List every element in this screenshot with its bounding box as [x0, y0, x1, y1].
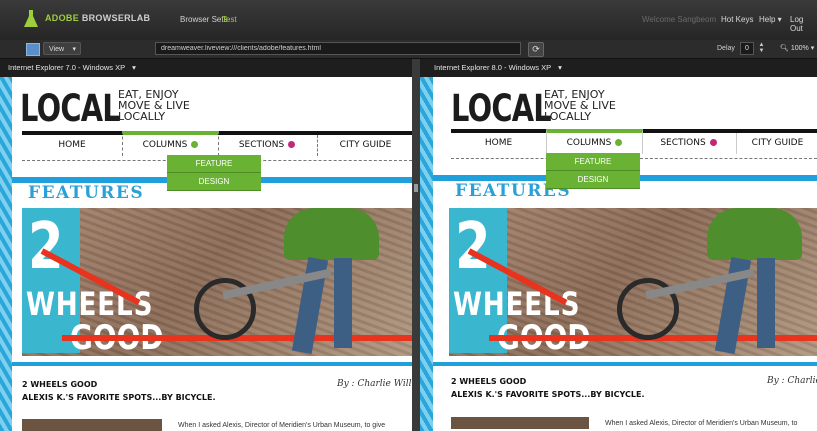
site-view-right: LOCAL EAT, ENJOY MOVE & LIVE LOCALLY HOM…	[433, 77, 817, 431]
hero-rider-leg2	[757, 258, 775, 348]
story-subtitle: ALEXIS K.'S FAVORITE SPOTS...BY BICYCLE.	[22, 393, 216, 402]
app-title: ADOBE BROWSERLAB	[45, 13, 150, 23]
refresh-icon: ⟳	[532, 44, 540, 54]
hero-image: 2 WHEELS GOOD	[22, 208, 412, 356]
story-title[interactable]: 2 WHEELS GOOD	[22, 380, 97, 389]
story-thumbnail	[451, 417, 589, 429]
nav-city-guide[interactable]: CITY GUIDE	[317, 135, 412, 156]
nav-sections-label: SECTIONS	[660, 138, 706, 148]
view-dropdown[interactable]: View ▾	[43, 42, 81, 55]
sections-dot-icon	[288, 141, 296, 148]
chevron-down-icon: ▾	[72, 46, 76, 53]
story-divider-bar	[433, 362, 817, 366]
story-byline: By : Charlie	[767, 376, 817, 386]
nav-home[interactable]: HOME	[451, 133, 546, 154]
magnifier-icon: 🔍︎	[780, 45, 789, 52]
hero-rider	[284, 208, 379, 260]
site-logo[interactable]: LOCAL	[20, 87, 121, 130]
view-layout-icon[interactable]	[26, 43, 40, 56]
chevron-down-icon: ▾	[132, 63, 136, 72]
nav-home[interactable]: HOME	[22, 135, 122, 156]
app-header: ADOBE BROWSERLAB Browser Sets Test Welco…	[0, 0, 817, 41]
story-title[interactable]: 2 WHEELS GOOD	[451, 377, 526, 386]
nav-columns-label: COLUMNS	[142, 140, 188, 150]
nav-city-guide[interactable]: CITY GUIDE	[736, 133, 817, 154]
columns-dot-icon	[191, 141, 199, 148]
pane-header-left[interactable]: Internet Explorer 7.0 - Windows XP ▾	[0, 59, 412, 77]
hero-image: 2 WHEELS GOOD	[449, 208, 817, 356]
product-name: BROWSERLAB	[81, 13, 151, 23]
hero-rider-leg2	[334, 258, 352, 348]
chevron-down-icon: ▾	[810, 45, 815, 52]
sections-dot-icon	[709, 139, 717, 146]
chevron-down-icon: ▾	[558, 63, 562, 72]
pane-header-right[interactable]: Internet Explorer 8.0 - Windows XP ▾	[420, 59, 817, 77]
browser-name-left: Internet Explorer 7.0 - Windows XP	[8, 63, 125, 72]
pane-left-border	[0, 77, 12, 431]
logout-link[interactable]: Log Out	[790, 15, 817, 33]
site-tagline: EAT, ENJOY MOVE & LIVE LOCALLY	[118, 88, 190, 123]
refresh-button[interactable]: ⟳	[528, 42, 544, 57]
nav-columns-label: COLUMNS	[566, 138, 612, 148]
hero-rider	[707, 208, 802, 260]
columns-dot-icon	[615, 139, 623, 146]
story-byline: By : Charlie Will	[337, 379, 412, 389]
nav-sections-label: SECTIONS	[238, 140, 285, 150]
dropdown-item-feature[interactable]: FEATURE	[167, 155, 261, 173]
story-divider-bar	[12, 362, 412, 366]
story-body: When I asked Alexis, Director of Meridie…	[605, 420, 798, 427]
browser-pane-right[interactable]: LOCAL EAT, ENJOY MOVE & LIVE LOCALLY HOM…	[433, 77, 817, 431]
pane-right-border	[420, 77, 433, 431]
delay-input[interactable]: 0	[740, 42, 754, 55]
hero-number: 2	[28, 210, 64, 284]
story-body: When I asked Alexis, Director of Meridie…	[178, 422, 386, 429]
site-logo[interactable]: LOCAL	[451, 87, 552, 130]
hero-number: 2	[455, 210, 491, 284]
view-label: View	[49, 46, 65, 53]
nav-test[interactable]: Test	[222, 15, 237, 24]
browser-name-right: Internet Explorer 8.0 - Windows XP	[434, 63, 551, 72]
stepper-down-icon[interactable]: ▼	[757, 48, 766, 54]
nav-browser-sets[interactable]: Browser Sets	[180, 15, 228, 24]
nav-columns[interactable]: COLUMNS	[546, 129, 643, 154]
pane-splitter[interactable]	[412, 59, 420, 431]
delay-label: Delay	[717, 45, 735, 52]
nav-columns[interactable]: COLUMNS	[122, 131, 219, 156]
browserlab-flask-icon	[24, 10, 38, 27]
url-input[interactable]	[155, 42, 521, 55]
nav-sections[interactable]: SECTIONS	[217, 135, 317, 156]
dropdown-item-design[interactable]: DESIGN	[546, 171, 640, 189]
delay-stepper[interactable]: ▲ ▼	[757, 42, 766, 55]
columns-dropdown: FEATURE DESIGN	[546, 153, 640, 189]
site-view-left: LOCAL EAT, ENJOY MOVE & LIVE LOCALLY HOM…	[12, 77, 412, 431]
browser-pane-left[interactable]: LOCAL EAT, ENJOY MOVE & LIVE LOCALLY HOM…	[12, 77, 412, 431]
zoom-value: 100%	[790, 45, 809, 52]
splitter-grip-icon[interactable]	[414, 184, 418, 192]
hot-keys-link[interactable]: Hot Keys	[721, 15, 753, 24]
dropdown-item-design[interactable]: DESIGN	[167, 173, 261, 191]
nav-sections[interactable]: SECTIONS	[641, 133, 736, 154]
section-title: FEATURES	[22, 183, 154, 203]
columns-dropdown: FEATURE DESIGN	[167, 155, 261, 191]
story-thumbnail	[22, 419, 162, 431]
help-menu[interactable]: Help ▾	[759, 15, 782, 24]
welcome-text: Welcome Sangbeom	[642, 15, 717, 24]
dropdown-item-feature[interactable]: FEATURE	[546, 153, 640, 171]
site-tagline: EAT, ENJOY MOVE & LIVE LOCALLY	[544, 88, 616, 123]
zoom-control[interactable]: 🔍︎ 100% ▾	[780, 44, 814, 52]
story-subtitle: ALEXIS K.'S FAVORITE SPOTS...BY BICYCLE.	[451, 390, 645, 399]
toolbar: View ▾ ⟳ Delay 0 ▲ ▼ 🔍︎ 100% ▾	[0, 40, 817, 59]
brand-name: ADOBE	[45, 13, 80, 23]
